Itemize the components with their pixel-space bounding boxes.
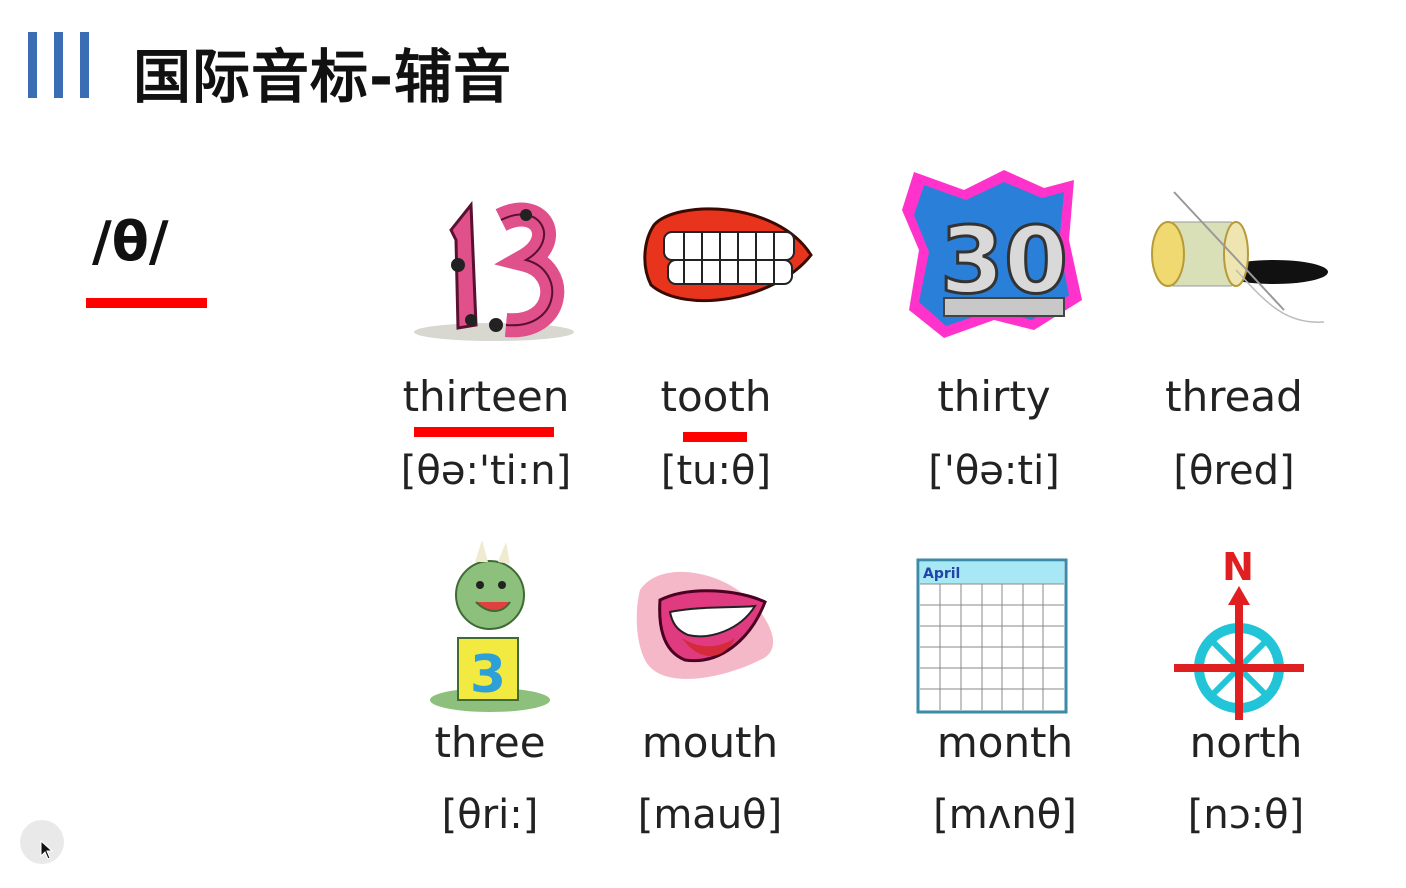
number-30-icon: 30 bbox=[902, 170, 1082, 338]
word-label: thread bbox=[1165, 372, 1303, 421]
word-card-month: April month [mʌnθ] bbox=[895, 540, 1115, 870]
word-underline bbox=[414, 427, 554, 437]
word-card-three: 3 three [θri:] bbox=[380, 540, 600, 870]
calendar-icon: April bbox=[916, 558, 1068, 714]
word-label: thirty bbox=[937, 372, 1051, 421]
word-label: thirteen bbox=[402, 372, 570, 421]
phoneme-symbol: /θ/ bbox=[92, 210, 169, 273]
word-label: tooth bbox=[660, 372, 772, 421]
word-card-tooth: tooth [tu:θ] bbox=[606, 160, 826, 494]
ipa-label: [θə:'ti:n] bbox=[400, 448, 572, 494]
number-13-icon bbox=[414, 200, 574, 341]
phoneme-underline bbox=[86, 298, 207, 308]
svg-text:3: 3 bbox=[470, 645, 506, 705]
ipa-label: [θri:] bbox=[441, 792, 539, 838]
word-label: north bbox=[1189, 718, 1303, 767]
cursor-icon bbox=[20, 820, 64, 864]
calendar-month-label: April bbox=[923, 566, 960, 582]
ipa-label: ['θə:ti] bbox=[928, 448, 1060, 494]
word-underline bbox=[683, 432, 747, 442]
ipa-label: [mʌnθ] bbox=[933, 792, 1077, 838]
thread-spool-icon bbox=[1151, 191, 1328, 323]
word-label: month bbox=[936, 718, 1074, 767]
word-label: three bbox=[434, 718, 546, 767]
ipa-label: [nɔ:θ] bbox=[1187, 792, 1305, 838]
teeth-icon bbox=[643, 207, 813, 303]
compass-north-letter: N bbox=[1222, 545, 1254, 589]
word-card-thread: thread [θred] bbox=[1124, 160, 1344, 494]
title-bars-icon bbox=[28, 32, 98, 98]
slide-title: 国际音标-辅音 bbox=[133, 43, 513, 111]
svg-text:30: 30 bbox=[940, 207, 1068, 314]
dragon-number-3-icon: 3 bbox=[430, 540, 550, 712]
ipa-label: [θred] bbox=[1173, 448, 1295, 494]
mouth-icon bbox=[636, 571, 774, 679]
compass-north-icon: N bbox=[1174, 545, 1304, 720]
word-card-mouth: mouth [mauθ] bbox=[600, 540, 820, 870]
word-card-thirty: 30 thirty ['θə:ti] bbox=[884, 160, 1104, 494]
word-card-north: N north [nɔ:θ] bbox=[1136, 540, 1356, 870]
word-label: mouth bbox=[641, 718, 779, 767]
word-card-thirteen: thirteen [θə:'ti:n] bbox=[376, 160, 596, 494]
ipa-label: [tu:θ] bbox=[660, 448, 772, 494]
ipa-label: [mauθ] bbox=[637, 792, 783, 838]
